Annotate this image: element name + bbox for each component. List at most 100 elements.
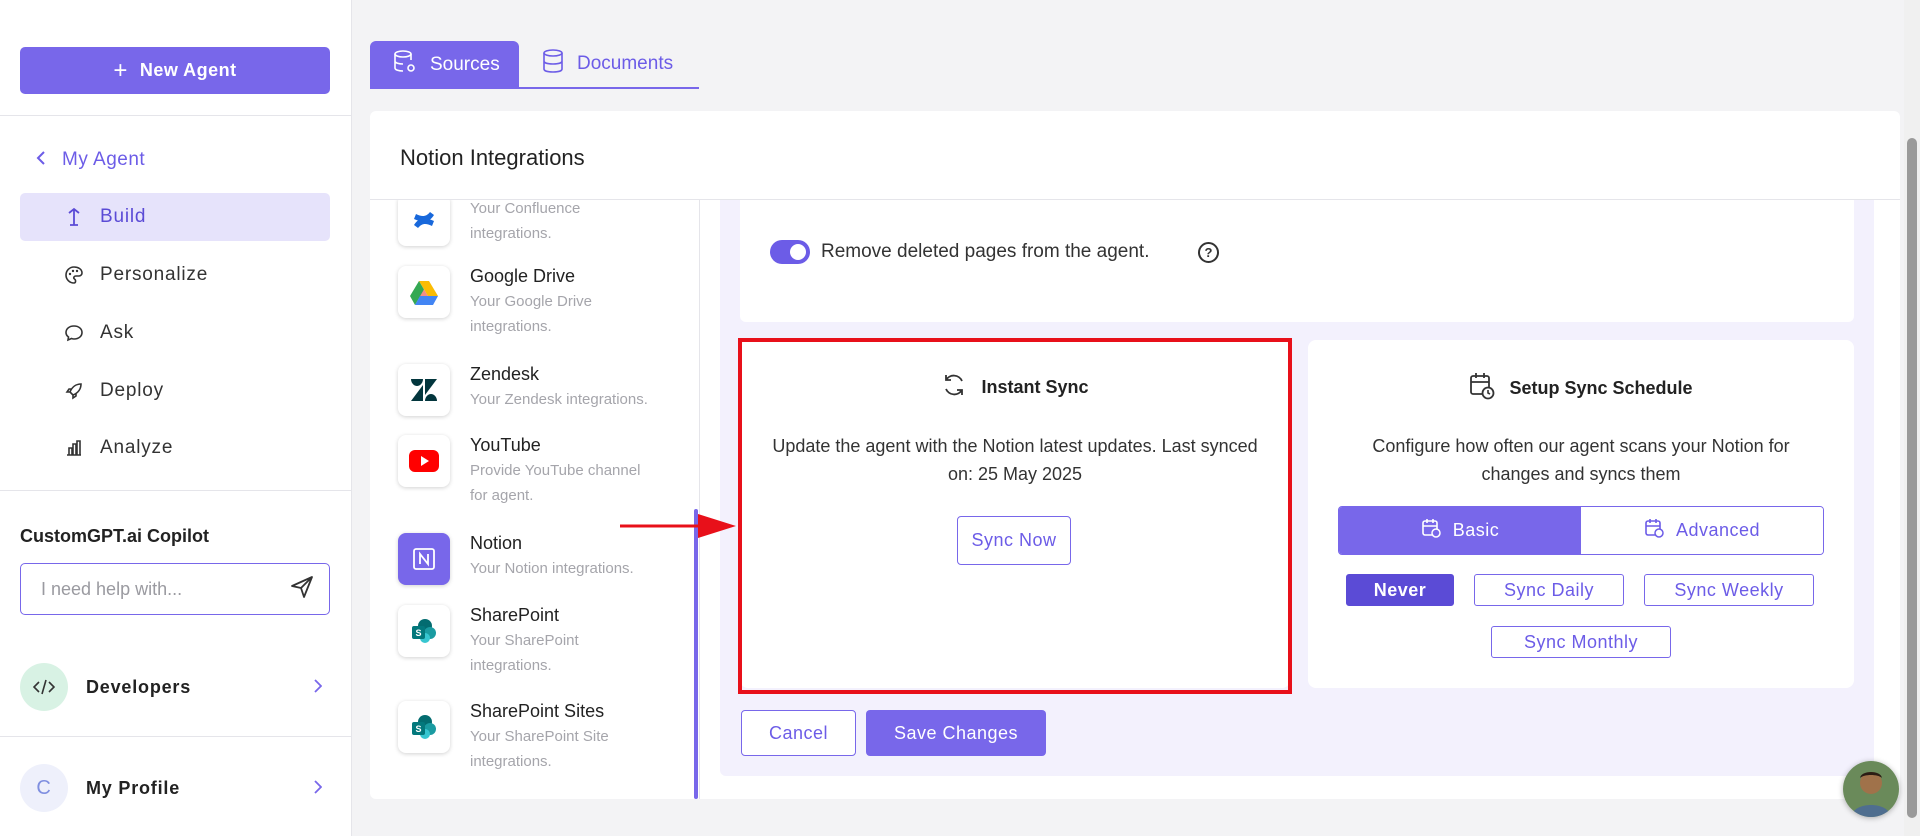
integration-name: SharePoint Sites [470, 701, 605, 721]
cancel-button[interactable]: Cancel [741, 710, 856, 756]
youtube-icon [398, 435, 450, 487]
avatar: C [20, 764, 68, 812]
support-chat-avatar[interactable] [1843, 761, 1899, 817]
instant-sync-title: Instant Sync [981, 377, 1089, 397]
sidebar-item-label: Build [100, 206, 147, 227]
chevron-right-icon [313, 777, 323, 800]
chevron-left-icon [36, 149, 46, 171]
code-icon [20, 663, 68, 711]
svg-text:S: S [415, 628, 421, 638]
copilot-title: CustomGPT.ai Copilot [20, 526, 209, 546]
integration-desc: Your SharePoint Site integrations. [470, 728, 609, 770]
sync-now-button[interactable]: Sync Now [957, 516, 1071, 565]
send-icon[interactable] [289, 574, 315, 605]
option-sync-daily[interactable]: Sync Daily [1474, 574, 1624, 606]
divider [0, 115, 352, 116]
instant-sync-header: Instant Sync [740, 372, 1290, 403]
mode-basic-button[interactable]: Basic [1339, 507, 1581, 554]
annotation-arrow-icon [620, 514, 736, 538]
instant-sync-body: Update the agent with the Notion latest … [772, 436, 1258, 484]
developers-link[interactable]: Developers [20, 663, 330, 711]
calendar-icon [1644, 518, 1664, 543]
integration-name: Zendesk [470, 364, 540, 384]
sidebar-item-build[interactable]: Build [20, 193, 330, 241]
chat-icon [64, 323, 84, 343]
new-agent-button[interactable]: + New Agent [20, 47, 330, 94]
profile-label: My Profile [86, 777, 181, 798]
page-scrollbar[interactable] [1904, 0, 1920, 836]
plus-icon: + [113, 56, 128, 84]
my-agent-back-link[interactable]: My Agent [36, 149, 145, 171]
option-sync-monthly[interactable]: Sync Monthly [1491, 626, 1671, 658]
sync-schedule-header: Setup Sync Schedule [1308, 372, 1854, 405]
database-settings-icon [392, 49, 418, 81]
copilot-input-box [20, 563, 330, 615]
page-scrollbar-thumb[interactable] [1907, 138, 1917, 818]
sidebar-item-label: Ask [100, 322, 135, 343]
calendar-clock-icon [1469, 372, 1495, 405]
list-scrollbar[interactable] [694, 509, 698, 799]
sidebar-item-label: Personalize [100, 264, 209, 285]
copilot-input[interactable] [41, 578, 271, 600]
remove-deleted-toggle[interactable] [770, 240, 810, 264]
chart-icon [64, 438, 84, 458]
divider [0, 490, 352, 491]
refresh-icon [941, 372, 967, 403]
integration-desc: Your SharePoint integrations. [470, 632, 579, 674]
rocket-icon [64, 381, 84, 401]
chevron-right-icon [313, 676, 323, 699]
integrations-list[interactable]: Your Confluence integrations. Google Dri… [370, 200, 700, 799]
sync-schedule-body: Configure how often our agent scans your… [1372, 436, 1790, 484]
mode-advanced-label: Advanced [1675, 520, 1761, 540]
integration-item-sharepoint[interactable]: S SharePoint Your SharePoint integration… [398, 605, 688, 678]
integration-desc: Provide YouTube channel for agent. [470, 462, 641, 504]
sharepoint-icon: S [398, 701, 450, 753]
integration-item-zendesk[interactable]: Zendesk Your Zendesk integrations. [398, 364, 688, 416]
sidebar-item-ask[interactable]: Ask [20, 309, 330, 357]
sidebar-item-personalize[interactable]: Personalize [20, 251, 330, 299]
tab-sources[interactable]: Sources [370, 41, 519, 89]
tab-documents[interactable]: Documents [519, 41, 699, 89]
integration-desc: Your Notion integrations. [470, 560, 634, 577]
mode-advanced-button[interactable]: Advanced [1581, 507, 1823, 554]
integration-desc: Your Zendesk integrations. [470, 391, 648, 408]
tab-label: Sources [430, 54, 500, 75]
sharepoint-icon: S [398, 605, 450, 657]
panel-title: Notion Integrations [400, 145, 585, 170]
my-profile-link[interactable]: C My Profile [20, 764, 330, 812]
my-agent-label: My Agent [62, 149, 146, 170]
integration-desc: Your Google Drive integrations. [470, 293, 593, 335]
new-agent-label: New Agent [139, 60, 237, 80]
mode-basic-label: Basic [1452, 520, 1500, 540]
calendar-icon [1421, 518, 1441, 543]
sidebar: + New Agent My Agent Build Personalize A… [0, 0, 352, 836]
palette-icon [64, 265, 84, 285]
integration-item-confluence[interactable]: Your Confluence integrations. [398, 200, 688, 246]
integration-item-youtube[interactable]: YouTube Provide YouTube channel for agen… [398, 435, 688, 508]
sync-schedule-title: Setup Sync Schedule [1509, 378, 1693, 398]
option-sync-weekly[interactable]: Sync Weekly [1644, 574, 1814, 606]
sidebar-item-deploy[interactable]: Deploy [20, 367, 330, 415]
google-drive-icon [398, 266, 450, 318]
zendesk-icon [398, 364, 450, 416]
integration-item-sharepoint-sites[interactable]: S SharePoint Sites Your SharePoint Site … [398, 701, 688, 774]
help-icon[interactable]: ? [1198, 242, 1219, 263]
developers-label: Developers [86, 676, 192, 697]
sidebar-item-label: Analyze [100, 437, 174, 458]
toggle-label: Remove deleted pages from the agent. [821, 241, 1150, 262]
integration-name: Google Drive [470, 266, 576, 286]
confluence-icon [398, 200, 450, 246]
save-changes-button[interactable]: Save Changes [866, 710, 1046, 756]
build-icon [64, 207, 84, 227]
sync-schedule-card: Setup Sync Schedule Configure how often … [1308, 340, 1854, 688]
sidebar-item-analyze[interactable]: Analyze [20, 424, 330, 472]
schedule-mode-toggle: Basic Advanced [1338, 506, 1824, 555]
integration-name: YouTube [470, 435, 541, 455]
integration-item-notion[interactable]: Notion Your Notion integrations. [398, 533, 688, 585]
svg-text:S: S [415, 724, 421, 734]
divider [0, 736, 352, 737]
integration-item-google-drive[interactable]: Google Drive Your Google Drive integrati… [398, 266, 688, 339]
sidebar-item-label: Deploy [100, 380, 164, 401]
notion-icon [398, 533, 450, 585]
option-never[interactable]: Never [1346, 574, 1454, 606]
